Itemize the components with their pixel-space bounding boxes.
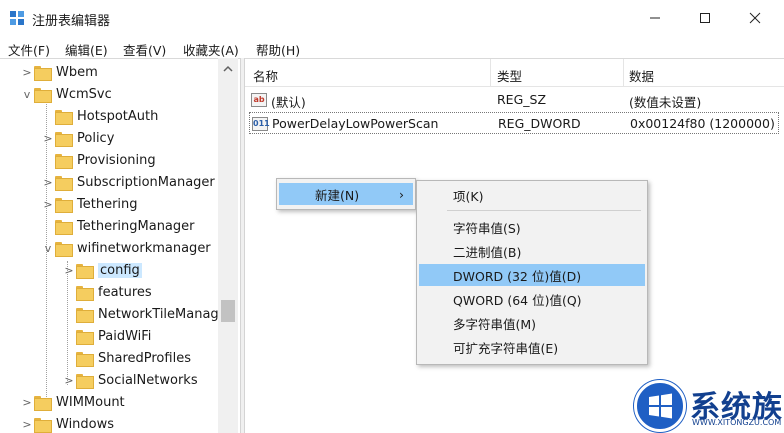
- string-value-icon: ab: [251, 93, 267, 107]
- expand-icon[interactable]: >: [62, 369, 76, 391]
- registry-editor-icon: [10, 11, 24, 25]
- tree-item-tethering[interactable]: > Tethering: [41, 193, 138, 215]
- list-header: 名称 类型 数据: [245, 59, 784, 87]
- tree-item-policy[interactable]: > Policy: [41, 127, 114, 149]
- watermark: 系统族 WWW.XITONGZU.COM: [630, 378, 784, 433]
- folder-icon: [34, 417, 52, 433]
- binary-value-icon: 011: [252, 117, 270, 131]
- folder-icon: [34, 395, 52, 411]
- chevron-up-icon: [223, 65, 233, 72]
- tree-item-windows[interactable]: > Windows: [20, 413, 114, 433]
- windows-logo-icon: [634, 380, 686, 432]
- menu-view[interactable]: 查看(V): [123, 40, 166, 59]
- chevron-right-icon: ›: [399, 186, 404, 202]
- watermark-url: WWW.XITONGZU.COM: [692, 418, 782, 427]
- new-submenu: 项(K) 字符串值(S) 二进制值(B) DWORD (32 位)值(D) QW…: [416, 180, 648, 365]
- expand-icon[interactable]: >: [41, 193, 55, 215]
- column-type-header[interactable]: 类型: [497, 66, 522, 85]
- tree-item-sharedprofiles[interactable]: SharedProfiles: [62, 347, 191, 369]
- menu-file[interactable]: 文件(F): [8, 40, 50, 59]
- folder-icon: [55, 109, 73, 125]
- value-data: 0x00124f80 (1200000): [630, 116, 775, 131]
- collapse-icon[interactable]: v: [20, 83, 34, 105]
- column-name-header[interactable]: 名称: [253, 66, 278, 85]
- expand-icon[interactable]: >: [41, 127, 55, 149]
- tree-item-subscriptionmanager[interactable]: > SubscriptionManager: [41, 171, 215, 193]
- context-menu: 新建(N) ›: [276, 178, 416, 210]
- tree-item-socialnetworks[interactable]: > SocialNetworks: [62, 369, 198, 391]
- folder-icon: [76, 307, 94, 323]
- close-icon: [749, 12, 761, 24]
- column-data-header[interactable]: 数据: [629, 66, 654, 85]
- menu-help[interactable]: 帮助(H): [256, 40, 300, 59]
- value-data: (数值未设置): [629, 95, 702, 110]
- maximize-icon: [700, 13, 710, 23]
- scroll-thumb[interactable]: [221, 300, 235, 322]
- collapse-icon[interactable]: v: [41, 237, 55, 259]
- new-qword-value-item[interactable]: QWORD (64 位)值(Q): [419, 288, 645, 310]
- close-button[interactable]: [730, 0, 780, 36]
- value-name: PowerDelayLowPowerScan: [272, 116, 439, 131]
- tree-item-paidwifi[interactable]: PaidWiFi: [62, 325, 151, 347]
- folder-icon: [55, 241, 73, 257]
- tree-item-networktilemanager[interactable]: NetworkTileManager: [62, 303, 232, 325]
- value-name: (默认): [271, 95, 306, 110]
- tree-item-config[interactable]: > config: [62, 259, 142, 281]
- folder-icon: [76, 373, 94, 389]
- new-key-item[interactable]: 项(K): [419, 184, 645, 206]
- expand-icon[interactable]: >: [20, 391, 34, 413]
- new-binary-value-item[interactable]: 二进制值(B): [419, 240, 645, 262]
- folder-icon: [76, 285, 94, 301]
- list-row-powerdelaylowpowerscan[interactable]: 011 PowerDelayLowPowerScan REG_DWORD 0x0…: [249, 112, 779, 134]
- tree-item-wifinetworkmanager[interactable]: v wifinetworkmanager: [41, 237, 211, 259]
- value-type: REG_SZ: [497, 92, 547, 107]
- folder-icon: [76, 351, 94, 367]
- list-row-default[interactable]: ab (默认) REG_SZ (数值未设置): [249, 89, 779, 111]
- folder-icon: [76, 329, 94, 345]
- tree-item-hotspotauth[interactable]: HotspotAuth: [41, 105, 158, 127]
- minimize-button[interactable]: [630, 0, 680, 36]
- expand-icon[interactable]: >: [41, 171, 55, 193]
- new-expandable-string-value-item[interactable]: 可扩充字符串值(E): [419, 336, 645, 358]
- expand-icon[interactable]: >: [62, 259, 76, 281]
- folder-icon: [34, 65, 52, 81]
- tree-item-wcmsvc[interactable]: v WcmSvc: [20, 83, 112, 105]
- menu-edit[interactable]: 编辑(E): [65, 40, 108, 59]
- window-title: 注册表编辑器: [32, 14, 111, 29]
- tree-item-features[interactable]: features: [62, 281, 152, 303]
- folder-icon: [55, 219, 73, 235]
- tree-scrollbar[interactable]: [218, 58, 238, 433]
- minimize-icon: [650, 17, 660, 19]
- folder-icon: [34, 87, 52, 103]
- folder-icon: [55, 175, 73, 191]
- tree-item-provisioning[interactable]: Provisioning: [41, 149, 156, 171]
- scroll-up-button[interactable]: [218, 60, 238, 78]
- tree-item-tetheringmanager[interactable]: TetheringManager: [41, 215, 195, 237]
- menu-favorites[interactable]: 收藏夹(A): [183, 40, 239, 59]
- tree-item-wimmount[interactable]: > WIMMount: [20, 391, 125, 413]
- new-menu-item[interactable]: 新建(N) ›: [279, 183, 413, 205]
- menu-bar: 文件(F) 编辑(E) 查看(V) 收藏夹(A) 帮助(H): [0, 38, 784, 58]
- new-dword-value-item[interactable]: DWORD (32 位)值(D): [419, 264, 645, 286]
- new-multi-string-value-item[interactable]: 多字符串值(M): [419, 312, 645, 334]
- column-divider[interactable]: [623, 59, 624, 87]
- folder-icon: [55, 131, 73, 147]
- tree-item-wbem[interactable]: > Wbem: [20, 61, 98, 83]
- folder-icon: [76, 263, 94, 279]
- expand-icon[interactable]: >: [20, 61, 34, 83]
- folder-icon: [55, 197, 73, 213]
- menu-separator: [447, 210, 641, 211]
- title-bar: 注册表编辑器: [0, 0, 784, 36]
- key-tree[interactable]: > Wbem v WcmSvc HotspotAuth > Policy Provis…: [0, 58, 240, 433]
- new-string-value-item[interactable]: 字符串值(S): [419, 216, 645, 238]
- column-divider[interactable]: [490, 59, 491, 87]
- value-type: REG_DWORD: [498, 116, 581, 131]
- expand-icon[interactable]: >: [20, 413, 34, 433]
- maximize-button[interactable]: [680, 0, 730, 36]
- folder-icon: [55, 153, 73, 169]
